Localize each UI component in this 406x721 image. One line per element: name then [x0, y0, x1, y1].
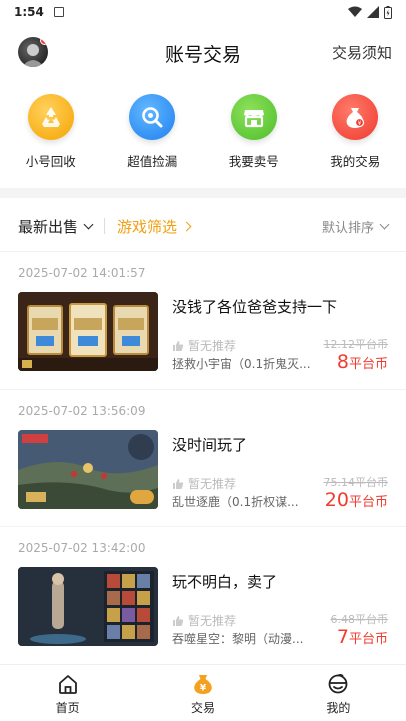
price-value: 20 [324, 489, 349, 511]
profile-icon [328, 674, 348, 694]
recommend-tag: 暂无推荐 [172, 612, 236, 629]
entry-label: 超值捡漏 [127, 154, 178, 169]
store-icon [230, 94, 277, 140]
price-unit: 平台币 [348, 495, 388, 510]
entry-my-trades[interactable]: ¥ 我的交易 [305, 94, 406, 174]
listing-card[interactable]: 2025-07-02 13:56:09 没时间玩了 暂无推荐 乱世逐鹿（0.1折… [0, 404, 406, 534]
price-value: 8 [336, 351, 349, 373]
wifi-icon [348, 6, 362, 17]
filter-divider [0, 251, 406, 252]
battery-icon [384, 5, 392, 19]
svg-text:¥: ¥ [200, 684, 207, 694]
listing-thumbnail [18, 567, 158, 646]
notification-icon [53, 7, 64, 17]
card-divider [0, 526, 406, 527]
recommend-text: 暂无推荐 [188, 477, 237, 491]
trade-icon: ¥ [194, 675, 212, 694]
latest-sale-dropdown[interactable]: 最新出售 [18, 216, 94, 237]
page-header: 账号交易 交易须知 [0, 30, 406, 76]
svg-text:¥: ¥ [358, 120, 362, 127]
recycle-icon [27, 94, 74, 140]
game-filter-label: 游戏筛选 [117, 217, 178, 236]
sale-price: 7平台币 [337, 626, 388, 648]
sort-dropdown[interactable]: 默认排序 [321, 217, 390, 236]
money-bag-icon: ¥ [332, 94, 379, 140]
price-value: 7 [336, 626, 349, 648]
status-time: 1:54 [14, 5, 44, 19]
tab-label: 交易 [190, 701, 215, 715]
sale-price: 8平台币 [337, 351, 388, 373]
signal-icon [367, 6, 379, 18]
entry-label: 我要卖号 [228, 154, 279, 169]
sort-label: 默认排序 [321, 220, 374, 236]
tab-trade[interactable]: ¥ 交易 [135, 665, 270, 721]
listing-thumbnail [18, 430, 158, 509]
listing-game-name: 吞噬星空：黎明（动漫... [172, 632, 304, 646]
original-price: 12.12平台币 [323, 338, 389, 351]
listing-date: 2025-07-02 13:42:00 [18, 541, 146, 555]
listing-title: 玩不明白，卖了 [172, 573, 278, 591]
section-divider [0, 188, 406, 198]
listing-thumbnail [18, 292, 158, 371]
tab-label: 首页 [55, 701, 80, 715]
card-divider [0, 389, 406, 390]
tab-profile[interactable]: 我的 [271, 665, 406, 721]
status-bar: 1:54 [0, 0, 406, 24]
chevron-down-icon [379, 219, 390, 229]
quick-entries: 小号回收 超值捡漏 我要卖号 ¥ 我的交易 [0, 94, 406, 174]
trade-notice-link[interactable]: 交易须知 [332, 42, 392, 63]
chevron-right-icon [181, 221, 192, 231]
recommend-text: 暂无推荐 [188, 339, 237, 353]
entry-sell-account[interactable]: 我要卖号 [203, 94, 305, 174]
listing-game-name: 拯救小宇宙（0.1折鬼灭... [172, 357, 311, 371]
listing-date: 2025-07-02 13:56:09 [18, 404, 146, 418]
thumbs-up-icon [173, 615, 184, 626]
listing-date: 2025-07-02 14:01:57 [18, 266, 146, 280]
filter-bar: 最新出售 游戏筛选 默认排序 [0, 208, 406, 244]
filter-separator [104, 218, 106, 234]
price-unit: 平台币 [348, 357, 388, 372]
listing-title: 没钱了各位爸爸支持一下 [172, 298, 338, 316]
tab-home[interactable]: 首页 [0, 665, 135, 721]
original-price: 6.48平台币 [330, 613, 389, 626]
listing-card[interactable]: 2025-07-02 13:42:00 玩不明白，卖了 暂无推荐 吞噬星空：黎明… [0, 541, 406, 671]
listing-game-name: 乱世逐鹿（0.1折权谋... [172, 495, 299, 509]
sale-price: 20平台币 [325, 489, 388, 511]
recommend-tag: 暂无推荐 [172, 475, 236, 492]
chevron-down-icon [83, 219, 94, 229]
bottom-tab-bar: 首页 ¥ 交易 我的 [0, 664, 406, 721]
magnifier-icon [129, 94, 176, 140]
price-unit: 平台币 [348, 632, 388, 647]
thumbs-up-icon [173, 478, 184, 489]
thumbs-up-icon [173, 340, 184, 351]
entry-label: 小号回收 [25, 154, 76, 169]
original-price: 75.14平台币 [323, 476, 389, 489]
home-icon [58, 675, 77, 694]
tab-label: 我的 [326, 701, 351, 715]
recommend-tag: 暂无推荐 [172, 337, 236, 354]
game-filter-button[interactable]: 游戏筛选 [117, 216, 192, 237]
recommend-text: 暂无推荐 [188, 614, 237, 628]
entry-account-recycle[interactable]: 小号回收 [0, 94, 102, 174]
listing-card[interactable]: 2025-07-02 14:01:57 没钱了各位爸爸支持一下 暂无推荐 拯救小… [0, 266, 406, 396]
latest-sale-label: 最新出售 [18, 217, 79, 236]
entry-bargain[interactable]: 超值捡漏 [102, 94, 204, 174]
entry-label: 我的交易 [330, 154, 381, 169]
listing-title: 没时间玩了 [172, 436, 248, 454]
